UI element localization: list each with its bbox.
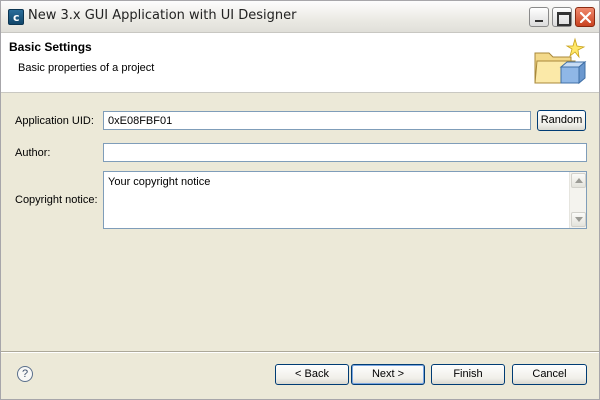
app-icon-glyph: c (13, 11, 20, 24)
window-title: New 3.x GUI Application with UI Designer (28, 8, 297, 23)
random-button[interactable]: Random (537, 110, 586, 131)
vertical-scrollbar[interactable] (569, 172, 586, 228)
title-bar[interactable]: c New 3.x GUI Application with UI Design… (1, 1, 599, 33)
back-button[interactable]: < Back (275, 364, 349, 385)
maximize-button[interactable] (552, 7, 572, 27)
copyright-text: Your copyright notice (108, 176, 211, 188)
finish-button[interactable]: Finish (431, 364, 505, 385)
folder-star-icon (534, 37, 587, 85)
app-icon: c (8, 9, 24, 25)
author-input[interactable] (103, 143, 587, 162)
chevron-up-icon (575, 178, 583, 183)
next-button[interactable]: Next > (351, 364, 425, 385)
close-button[interactable] (575, 7, 595, 27)
uid-label: Application UID: (15, 115, 94, 127)
help-icon[interactable]: ? (17, 366, 33, 382)
minimize-button[interactable] (529, 7, 549, 27)
uid-input[interactable]: 0xE08FBF01 (103, 111, 531, 130)
page-title: Basic Settings (9, 40, 92, 54)
close-icon (580, 12, 591, 23)
copyright-label: Copyright notice: (15, 194, 98, 206)
copyright-textarea[interactable]: Your copyright notice (103, 171, 587, 229)
wizard-banner: Basic Settings Basic properties of a pro… (1, 33, 599, 93)
wizard-window: c New 3.x GUI Application with UI Design… (0, 0, 600, 400)
scroll-up-button[interactable] (571, 173, 586, 188)
scroll-down-button[interactable] (571, 212, 586, 227)
footer-separator (1, 351, 599, 353)
chevron-down-icon (575, 217, 583, 222)
page-description: Basic properties of a project (18, 62, 155, 74)
cancel-button[interactable]: Cancel (512, 364, 587, 385)
author-label: Author: (15, 147, 51, 159)
